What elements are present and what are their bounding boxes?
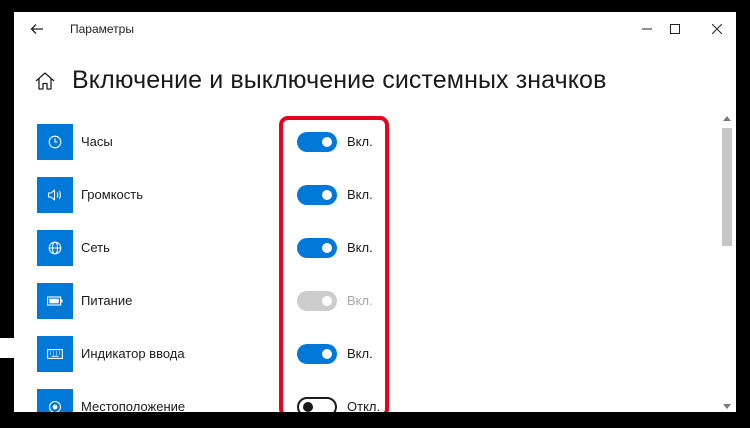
system-icons-list: Часы Вкл. Громкость Вкл. Сеть Вкл. Питан… (14, 12, 714, 412)
list-item-input-indicator: Индикатор ввода Вкл. (14, 336, 714, 376)
speaker-icon (47, 189, 61, 201)
toggle-switch[interactable] (297, 397, 337, 412)
tile-location (37, 389, 73, 412)
toggle-state-label: Откл. (347, 399, 381, 412)
toggle-switch-disabled (297, 291, 337, 311)
tile-power (37, 283, 73, 319)
toggle-state-label: Вкл. (347, 134, 373, 149)
scroll-up-button[interactable] (720, 112, 734, 124)
tile-volume (37, 177, 73, 213)
toggle-state-label: Вкл. (347, 187, 373, 202)
caret-up-icon (723, 115, 731, 121)
clock-icon (48, 135, 62, 149)
item-label: Индикатор ввода (81, 346, 185, 361)
toggle-state-label: Вкл. (347, 293, 373, 308)
toggle-knob (322, 137, 332, 147)
vertical-scrollbar[interactable] (720, 112, 734, 412)
globe-icon (48, 241, 62, 255)
item-label: Часы (81, 134, 113, 149)
location-icon (48, 400, 62, 412)
toggle-switch[interactable] (297, 238, 337, 258)
scroll-thumb[interactable] (722, 128, 732, 246)
background-window-edge (0, 338, 14, 358)
list-item-power: Питание Вкл. (14, 283, 714, 323)
item-label: Питание (81, 293, 133, 308)
list-item-volume: Громкость Вкл. (14, 177, 714, 217)
toggle-knob (322, 190, 332, 200)
settings-window: Параметры Включение и выключение системн… (14, 12, 736, 412)
toggle-switch[interactable] (297, 344, 337, 364)
tile-input-indicator (37, 336, 73, 372)
scroll-down-button[interactable] (720, 400, 734, 412)
item-label: Сеть (81, 240, 110, 255)
tile-network (37, 230, 73, 266)
keyboard-icon (47, 349, 63, 359)
toggle-state-label: Вкл. (347, 240, 373, 255)
toggle-knob (322, 243, 332, 253)
list-item-network: Сеть Вкл. (14, 230, 714, 270)
battery-icon (47, 296, 63, 306)
caret-down-icon (723, 403, 731, 409)
item-label: Местоположение (81, 399, 186, 412)
toggle-switch[interactable] (297, 132, 337, 152)
list-item-clock: Часы Вкл. (14, 124, 714, 164)
toggle-knob (322, 349, 332, 359)
toggle-state-label: Вкл. (347, 346, 373, 361)
tile-clock (37, 124, 73, 160)
toggle-switch[interactable] (297, 185, 337, 205)
toggle-knob (322, 296, 332, 306)
item-label: Громкость (81, 187, 143, 202)
list-item-location: Местоположение Откл. (14, 389, 714, 412)
toggle-knob (303, 402, 313, 412)
